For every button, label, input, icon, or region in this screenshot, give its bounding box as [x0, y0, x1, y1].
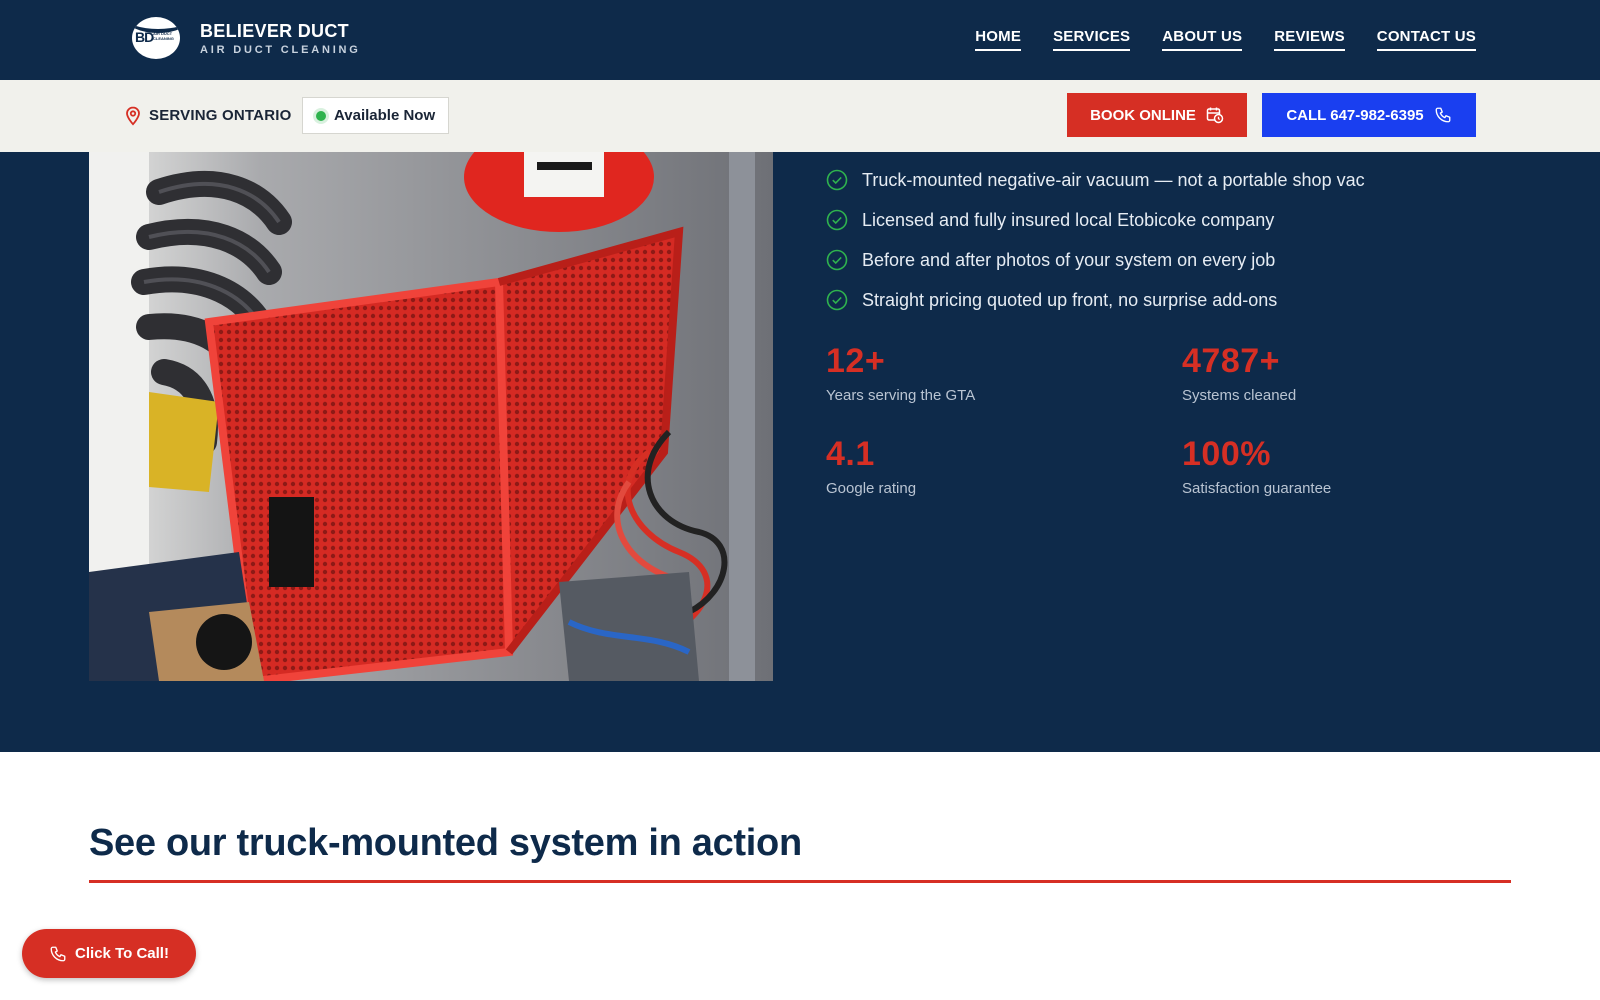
checklist-text: Before and after photos of your system o…	[862, 249, 1276, 270]
hero-section: Truck-mounted negative-air vacuum — not …	[0, 152, 1600, 752]
stat-systems: 4787+ Systems cleaned	[1182, 342, 1296, 404]
checklist-text: Truck-mounted negative-air vacuum — not …	[862, 169, 1365, 190]
floating-call-label: Click To Call!	[75, 945, 169, 962]
main-nav: HOME SERVICES ABOUT US REVIEWS CONTACT U…	[975, 28, 1476, 51]
logo-badge-small-text: AIR DUCT CLEANING	[153, 31, 174, 41]
book-online-label: BOOK ONLINE	[1090, 106, 1196, 124]
checklist-item: Truck-mounted negative-air vacuum — not …	[826, 160, 1365, 200]
site-logo[interactable]: BD AIR DUCT CLEANING BELIEVER DUCT AIR D…	[132, 17, 361, 59]
stats-grid: 12+ Years serving the GTA 4787+ Systems …	[826, 342, 1526, 542]
stat-label: Systems cleaned	[1182, 387, 1297, 404]
call-phone-button[interactable]: CALL 647-982-6395	[1262, 93, 1476, 137]
stat-value: 4.1	[826, 435, 875, 473]
stat-value: 12+	[826, 342, 886, 380]
floating-call-button[interactable]: Click To Call!	[22, 929, 196, 978]
truck-equipment-photo	[89, 152, 773, 681]
stat-rating: 4.1 Google rating	[826, 435, 916, 497]
checklist-item: Before and after photos of your system o…	[826, 240, 1365, 280]
checklist-text: Licensed and fully insured local Etobico…	[862, 209, 1275, 230]
call-phone-label: CALL 647-982-6395	[1286, 106, 1424, 124]
book-online-button[interactable]: BOOK ONLINE	[1067, 93, 1247, 137]
nav-services-link[interactable]: SERVICES	[1053, 28, 1131, 51]
location-pin-icon	[126, 106, 140, 126]
stat-guarantee: 100% Satisfaction guarantee	[1182, 435, 1331, 497]
stat-label: Satisfaction guarantee	[1182, 480, 1332, 497]
nav-home-link[interactable]: HOME	[975, 28, 1022, 51]
logo-name: BELIEVER DUCT	[200, 20, 349, 41]
checklist-item: Straight pricing quoted up front, no sur…	[826, 280, 1365, 320]
section-divider	[89, 880, 1511, 883]
check-circle-icon	[826, 209, 848, 231]
nav-reviews-link[interactable]: REVIEWS	[1274, 28, 1345, 51]
stat-label: Years serving the GTA	[826, 387, 976, 404]
checklist-item: Licensed and fully insured local Etobico…	[826, 200, 1365, 240]
calendar-clock-icon	[1206, 107, 1224, 124]
info-bar: SERVING ONTARIO Available Now BOOK ONLIN…	[0, 80, 1600, 152]
check-circle-icon	[826, 249, 848, 271]
logo-tagline: AIR DUCT CLEANING	[200, 43, 361, 56]
availability-badge: Available Now	[302, 97, 450, 134]
stat-value: 4787+	[1182, 342, 1280, 380]
logo-badge: BD AIR DUCT CLEANING	[132, 17, 180, 59]
stat-years: 12+ Years serving the GTA	[826, 342, 975, 404]
checklist-text: Straight pricing quoted up front, no sur…	[862, 289, 1278, 310]
top-navigation-bar: BD AIR DUCT CLEANING BELIEVER DUCT AIR D…	[0, 0, 1600, 80]
check-circle-icon	[826, 169, 848, 191]
phone-icon	[1435, 107, 1451, 123]
logo-text: BELIEVER DUCT AIR DUCT CLEANING	[200, 21, 361, 56]
service-area-label: SERVING ONTARIO	[149, 107, 292, 124]
truck-equipment-illustration	[89, 152, 773, 681]
feature-checklist: Truck-mounted negative-air vacuum — not …	[826, 160, 1365, 320]
check-circle-icon	[826, 289, 848, 311]
phone-icon	[50, 946, 66, 961]
nav-contact-link[interactable]: CONTACT US	[1376, 28, 1476, 51]
availability-text: Available Now	[334, 107, 436, 124]
status-dot-icon	[316, 111, 326, 121]
section-heading: See our truck-mounted system in action	[89, 822, 802, 864]
logo-badge-letters: BD	[135, 29, 154, 45]
stat-label: Google rating	[826, 480, 917, 497]
stat-value: 100%	[1182, 435, 1271, 473]
nav-about-link[interactable]: ABOUT US	[1162, 28, 1243, 51]
